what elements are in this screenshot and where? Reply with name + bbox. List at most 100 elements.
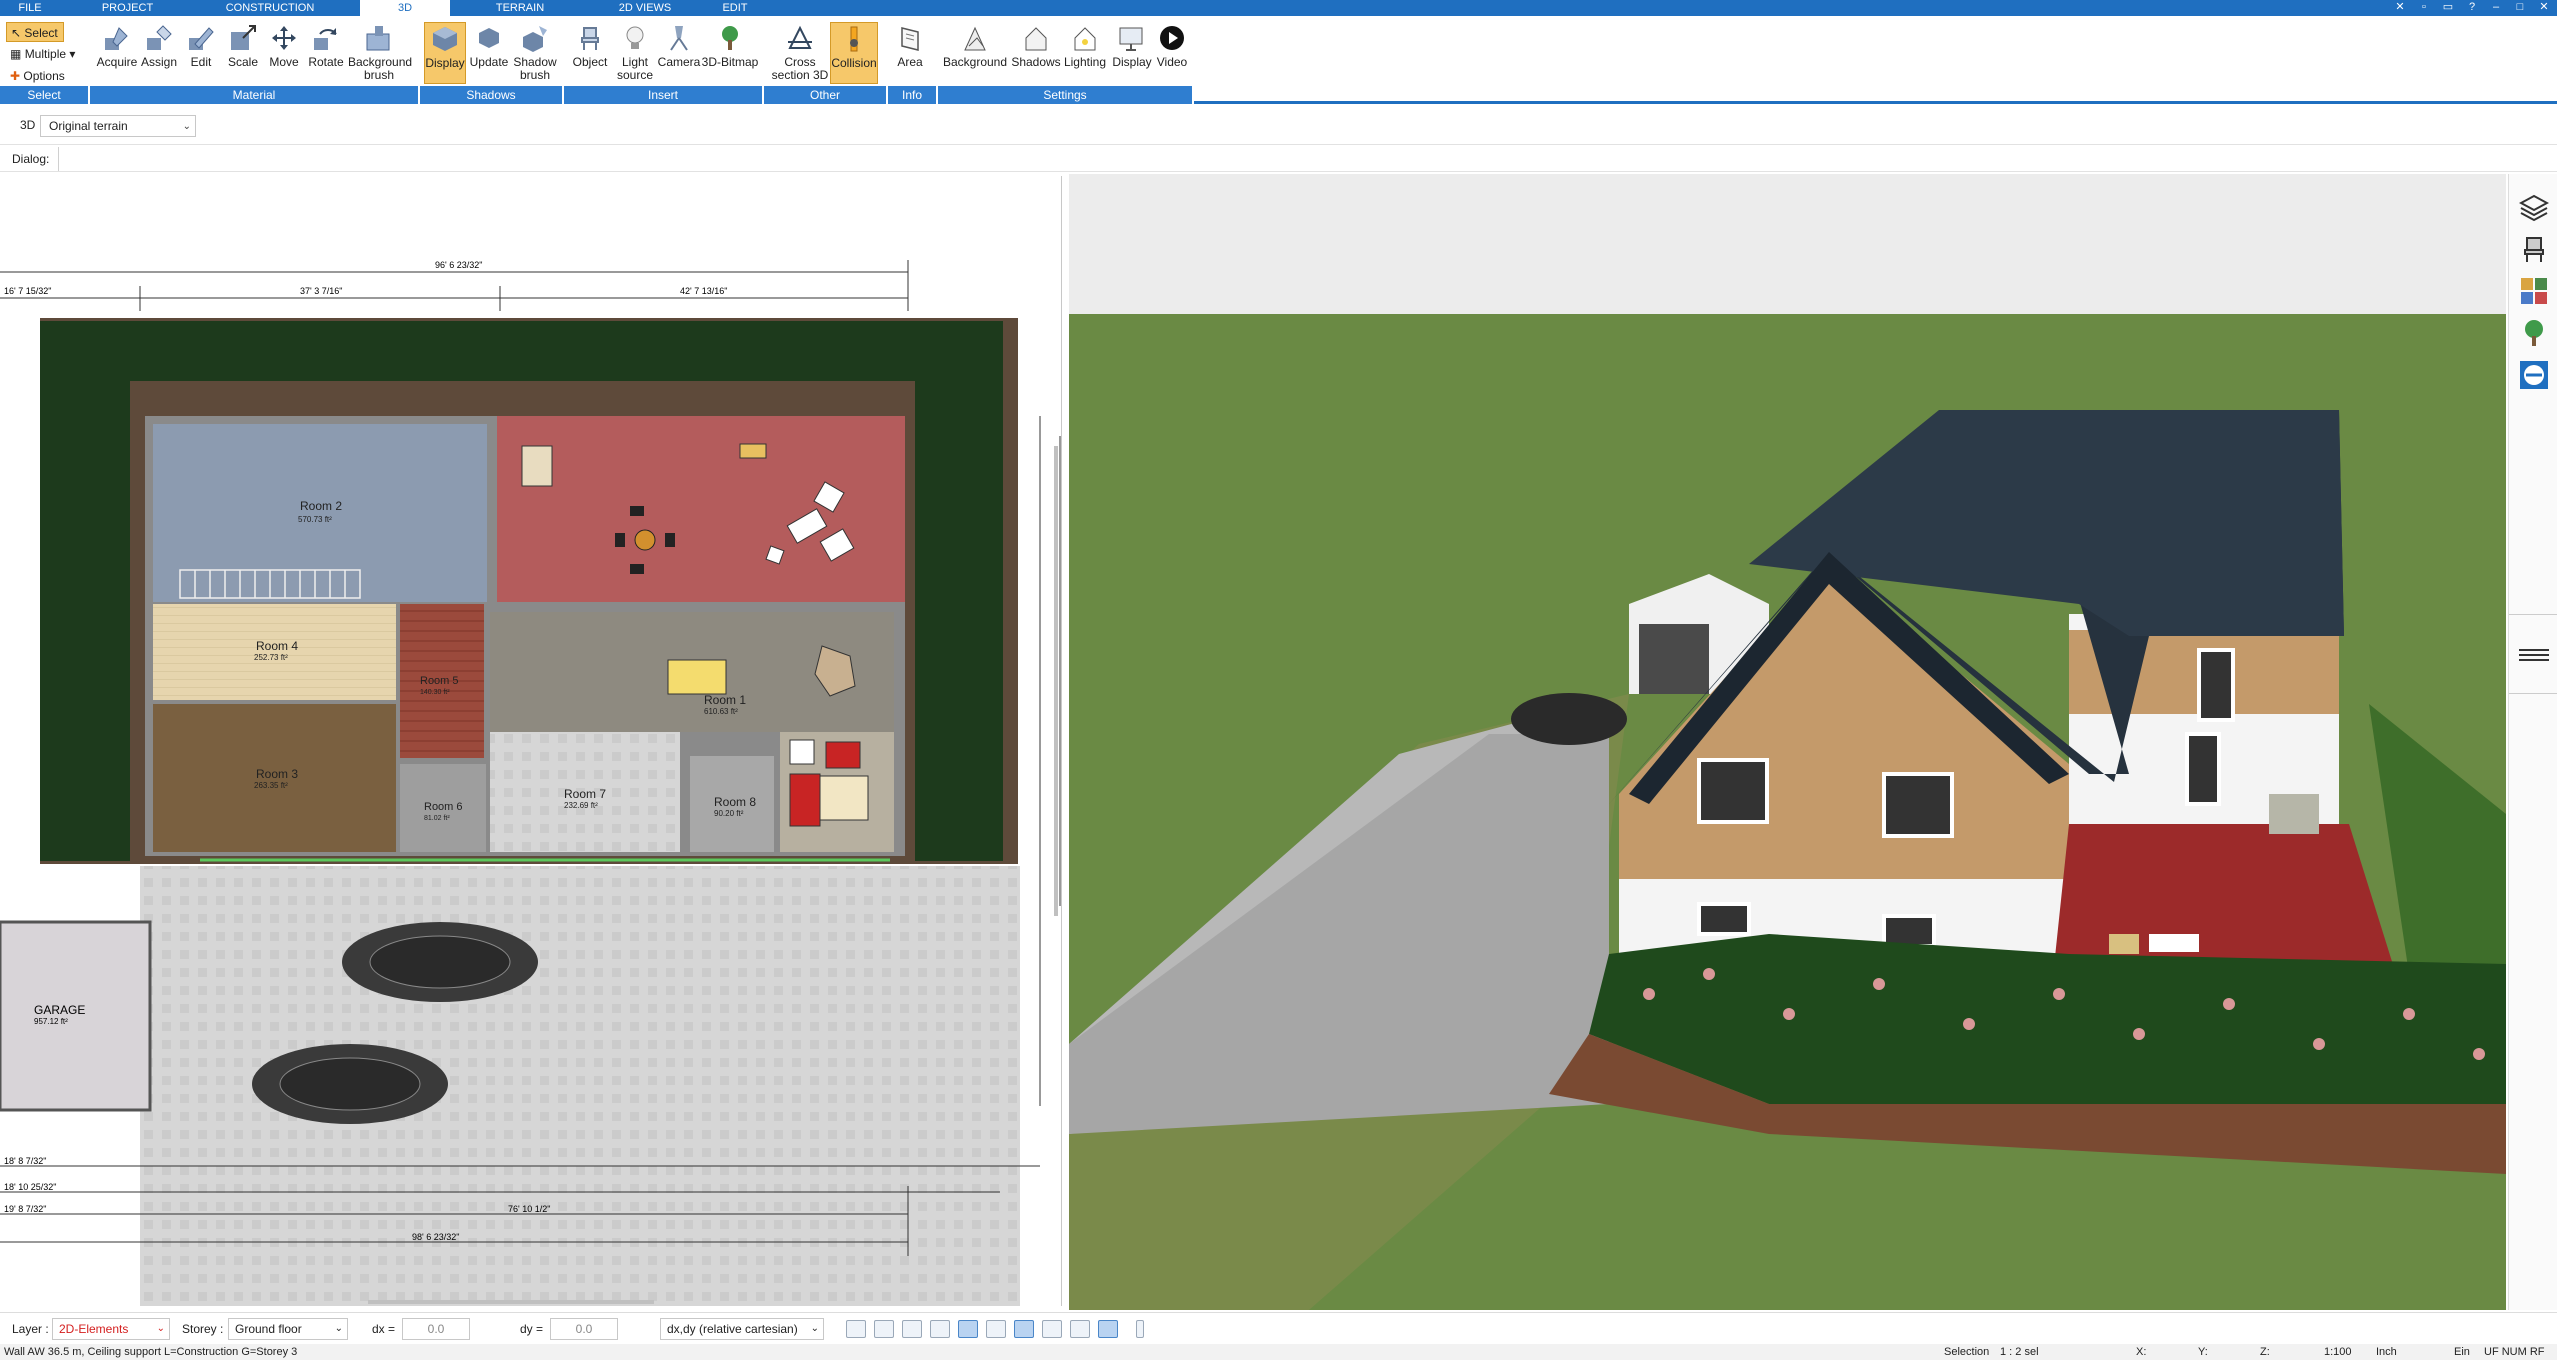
help-icon[interactable]: ?	[2465, 1, 2479, 14]
3d-view[interactable]	[1069, 174, 2506, 1310]
menu-tab-3d[interactable]: 3D	[360, 0, 450, 16]
menu-tab-2d-views[interactable]: 2D VIEWS	[590, 0, 700, 16]
settings-video-button[interactable]: Video	[1152, 24, 1192, 69]
garage-door	[1639, 624, 1709, 694]
cube-icon	[433, 27, 457, 51]
menu-tab-file[interactable]: FILE	[0, 0, 60, 16]
collision-button[interactable]: Collision	[830, 22, 878, 84]
insert-3d-bitmap-button[interactable]: 3D-Bitmap	[700, 24, 760, 69]
selection-label: Selection	[1944, 1346, 1990, 1358]
floor-plan-canvas[interactable]: 96' 6 23/32" 16' 7 15/32" 37' 3 7/16" 42…	[0, 176, 1062, 1306]
storey-label: Storey :	[182, 1322, 224, 1336]
pencil-icon	[189, 27, 214, 50]
dy-input[interactable]: 0.0	[550, 1318, 618, 1340]
menu-tab-edit[interactable]: EDIT	[700, 0, 770, 16]
chevron-down-icon: ⌄	[156, 1323, 165, 1334]
play-icon	[1160, 26, 1184, 50]
ortho-icon[interactable]	[986, 1320, 1006, 1338]
cross-section-3d-button[interactable]: Cross section 3D	[770, 24, 830, 82]
edit-button[interactable]: Edit	[182, 24, 220, 69]
chair-icon[interactable]	[2519, 234, 2549, 264]
settings-shadows-button[interactable]: Shadows	[1010, 24, 1062, 69]
terrain-select[interactable]: Original terrain ⌄	[40, 115, 196, 137]
maximize-icon[interactable]: ▭	[2441, 1, 2455, 14]
snap-line-icon[interactable]	[958, 1320, 978, 1338]
view-mode-label: 3D	[20, 118, 36, 132]
background-brush-button[interactable]: Background brush	[348, 24, 412, 82]
dialog-label: Dialog:	[12, 152, 50, 166]
dx-label: dx =	[372, 1322, 396, 1336]
3d-canvas[interactable]	[1069, 174, 2506, 1310]
divider	[58, 147, 59, 171]
tools-icon[interactable]: ✕	[2393, 1, 2407, 14]
layers-icon[interactable]	[2519, 192, 2549, 222]
storey-select[interactable]: Ground floor ⌄	[228, 1318, 348, 1340]
snap-point-icon[interactable]	[930, 1320, 950, 1338]
multiple-button[interactable]: ▦ Multiple ▾	[6, 44, 86, 64]
eyedropper-icon	[105, 27, 128, 50]
room-label: Room 4	[256, 639, 298, 653]
move-button[interactable]: Move	[264, 24, 304, 69]
coordinate-mode-select[interactable]: dx,dy (relative cartesian) ⌄	[660, 1318, 824, 1340]
menu-tab-terrain[interactable]: TERRAIN	[450, 0, 590, 16]
panel-toggle[interactable]	[2509, 614, 2557, 694]
terrace[interactable]	[497, 416, 905, 602]
monitor-icon	[1119, 27, 1143, 51]
rotate-button[interactable]: Rotate	[306, 24, 346, 69]
vertical-scrollbar[interactable]	[1054, 446, 1058, 916]
selection-count: 1 : 2 sel	[2000, 1346, 2039, 1358]
scale-button[interactable]: Scale	[224, 24, 262, 69]
menu-tab-project[interactable]: PROJECT	[60, 0, 195, 16]
acquire-button[interactable]: Acquire	[94, 24, 140, 69]
clock-icon[interactable]	[846, 1320, 866, 1338]
group-label-shadows: Shadows	[420, 86, 564, 104]
plus-icon: ✚	[10, 69, 21, 83]
room-label: Room 2	[300, 499, 342, 513]
dimension-label: 19' 8 7/32"	[4, 1204, 46, 1214]
snap-icon[interactable]	[874, 1320, 894, 1338]
settings-background-button[interactable]: Background	[942, 24, 1008, 69]
minimize-icon[interactable]: –	[2489, 1, 2503, 14]
assign-button[interactable]: Assign	[138, 24, 180, 69]
shadows-update-button[interactable]: Update	[468, 24, 510, 69]
window-controls: ✕ ▫ ▭ ? – □ ✕	[2393, 1, 2557, 14]
close-icon[interactable]: ✕	[2537, 1, 2551, 14]
tree-icon[interactable]	[2519, 318, 2549, 348]
insert-object-button[interactable]: Object	[566, 24, 614, 69]
car[interactable]	[252, 1044, 448, 1124]
insert-light-source-button[interactable]: Light source	[612, 24, 658, 82]
floor-plan-view[interactable]: 96' 6 23/32" 16' 7 15/32" 37' 3 7/16" 42…	[0, 176, 1062, 1306]
window-maximize-icon[interactable]: □	[2513, 1, 2527, 14]
restore-icon[interactable]: ▫	[2417, 1, 2431, 14]
multiple-icon: ▦	[10, 47, 22, 61]
settings-lighting-button[interactable]: Lighting	[1060, 24, 1110, 69]
layer-select[interactable]: 2D-Elements ⌄	[52, 1318, 170, 1340]
more-options-icon[interactable]	[1136, 1320, 1144, 1338]
shadows-display-button[interactable]: Display	[424, 22, 466, 84]
select-button[interactable]: ↖ Select	[6, 22, 64, 42]
dimension-label: 16' 7 15/32"	[4, 286, 51, 296]
area-button[interactable]: Area	[890, 24, 930, 69]
scale-icon	[231, 25, 256, 50]
grid-icon[interactable]	[1070, 1320, 1090, 1338]
settings-display-button[interactable]: Display	[1108, 24, 1156, 69]
group-label-select: Select	[0, 86, 90, 104]
dimension-label: 18' 8 7/32"	[4, 1156, 46, 1166]
layer-visibility-icon[interactable]	[1042, 1320, 1062, 1338]
dx-input[interactable]: 0.0	[402, 1318, 470, 1340]
room-2[interactable]	[153, 424, 487, 602]
insert-camera-button[interactable]: Camera	[656, 24, 702, 69]
north-icon[interactable]	[1098, 1320, 1118, 1338]
dimension-label: 98' 6 23/32"	[412, 1232, 459, 1242]
dialog-bar: Dialog:	[0, 144, 2557, 172]
options-button[interactable]: ✚ Options	[6, 66, 86, 86]
shadow-brush-button[interactable]: Shadow brush	[510, 24, 560, 82]
materials-icon[interactable]	[2519, 276, 2549, 306]
snap-object-icon[interactable]	[902, 1320, 922, 1338]
horizontal-scrollbar[interactable]	[368, 1300, 654, 1304]
car[interactable]	[342, 922, 538, 1002]
background-icon	[964, 26, 986, 51]
angle-icon[interactable]	[1014, 1320, 1034, 1338]
menu-tab-construction[interactable]: CONSTRUCTION	[195, 0, 345, 16]
remote-icon[interactable]	[2519, 360, 2549, 390]
